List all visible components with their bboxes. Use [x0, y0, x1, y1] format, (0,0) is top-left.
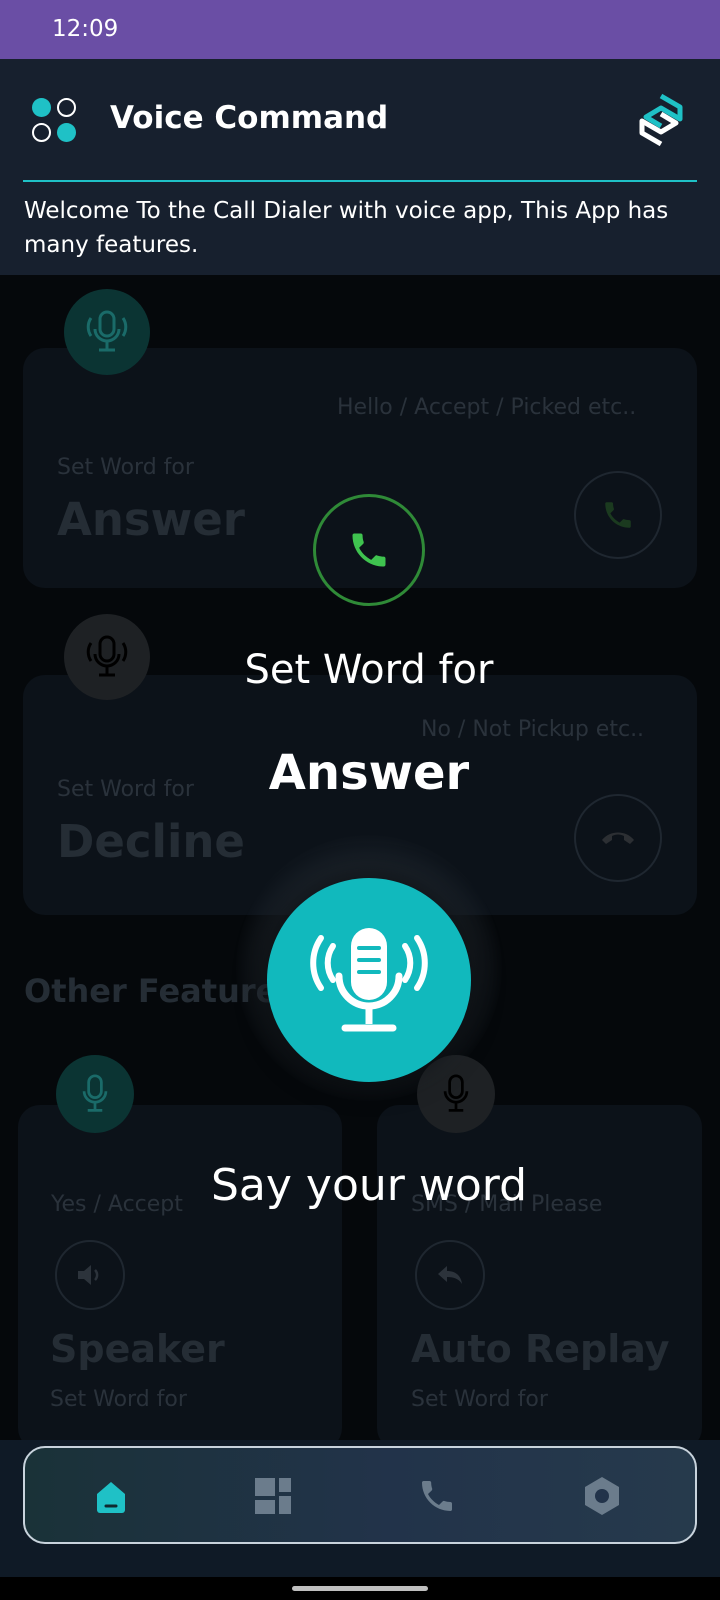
bottom-navigation	[23, 1446, 697, 1544]
welcome-message: Welcome To the Call Dialer with voice ap…	[24, 198, 669, 258]
nav-calls[interactable]	[411, 1470, 463, 1522]
voice-listening-dialog: Set Word for Answer Say your word	[0, 275, 720, 1440]
nav-home[interactable]	[85, 1470, 137, 1522]
phone-icon	[422, 1481, 452, 1511]
dialog-prompt: Say your word	[211, 1160, 527, 1211]
gesture-handle[interactable]	[292, 1586, 428, 1591]
dialog-word-name: Answer	[268, 745, 470, 801]
apps-menu-icon[interactable]	[32, 98, 78, 144]
microphone-icon	[310, 928, 428, 1032]
header-divider	[23, 180, 697, 182]
nav-dashboard[interactable]	[247, 1470, 299, 1522]
dashboard-icon	[255, 1478, 291, 1514]
status-time: 12:09	[52, 16, 119, 42]
settings-icon	[585, 1477, 619, 1515]
status-bar: 12:09	[0, 0, 720, 59]
home-icon	[97, 1482, 125, 1513]
dialog-set-label: Set Word for	[244, 647, 494, 693]
page-title: Voice Command	[110, 100, 389, 136]
call-accept-icon	[313, 494, 425, 606]
nav-settings[interactable]	[576, 1470, 628, 1522]
record-mic-button[interactable]	[267, 878, 471, 1082]
app-logo-icon[interactable]	[636, 92, 686, 148]
